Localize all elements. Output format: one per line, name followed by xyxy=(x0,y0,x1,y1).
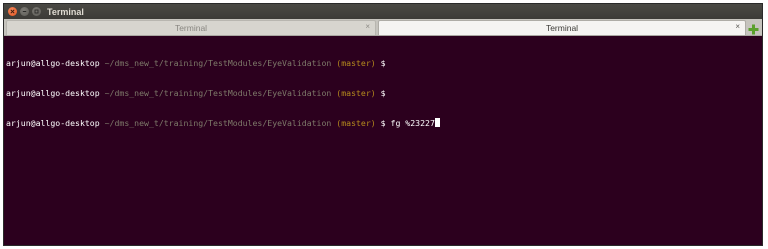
prompt-symbol: $ xyxy=(375,58,386,68)
prompt-user: arjun@allgo-desktop xyxy=(6,58,100,68)
prompt-path: ~/dms_new_t/training/TestModules/EyeVali… xyxy=(99,88,332,98)
prompt-path: ~/dms_new_t/training/TestModules/EyeVali… xyxy=(99,118,332,128)
prompt-branch: (master) xyxy=(331,118,376,128)
text-cursor xyxy=(434,118,440,127)
tab-close-icon[interactable]: × xyxy=(735,22,740,31)
terminal-line: arjun@allgo-desktop ~/dms_new_t/training… xyxy=(6,118,762,128)
tab-bar: Terminal × Terminal × xyxy=(4,19,762,36)
prompt-path: ~/dms_new_t/training/TestModules/EyeVali… xyxy=(99,58,332,68)
tab-label: Terminal xyxy=(545,23,579,33)
window-title: Terminal xyxy=(47,6,84,17)
terminal-line: arjun@allgo-desktop ~/dms_new_t/training… xyxy=(6,88,762,98)
prompt-symbol: $ xyxy=(375,118,386,128)
terminal-window: Terminal Terminal × Terminal × arjun@all… xyxy=(3,3,763,246)
tab-close-icon[interactable]: × xyxy=(365,22,370,31)
tab-label: Terminal xyxy=(174,23,208,33)
title-bar[interactable]: Terminal xyxy=(4,4,762,19)
maximize-icon[interactable] xyxy=(32,7,41,16)
prompt-symbol: $ xyxy=(375,88,386,98)
prompt-branch: (master) xyxy=(331,88,376,98)
plus-icon[interactable] xyxy=(747,21,760,35)
prompt-user: arjun@allgo-desktop xyxy=(6,118,100,128)
terminal-line: arjun@allgo-desktop ~/dms_new_t/training… xyxy=(6,58,762,68)
prompt-branch: (master) xyxy=(331,58,376,68)
tab-terminal-1[interactable]: Terminal × xyxy=(6,20,376,35)
minimize-icon[interactable] xyxy=(20,7,29,16)
tab-terminal-2[interactable]: Terminal × xyxy=(378,20,746,35)
prompt-user: arjun@allgo-desktop xyxy=(6,88,100,98)
command-text: fg %23227 xyxy=(385,118,435,128)
terminal-content[interactable]: arjun@allgo-desktop ~/dms_new_t/training… xyxy=(4,37,762,245)
close-icon[interactable] xyxy=(8,7,17,16)
